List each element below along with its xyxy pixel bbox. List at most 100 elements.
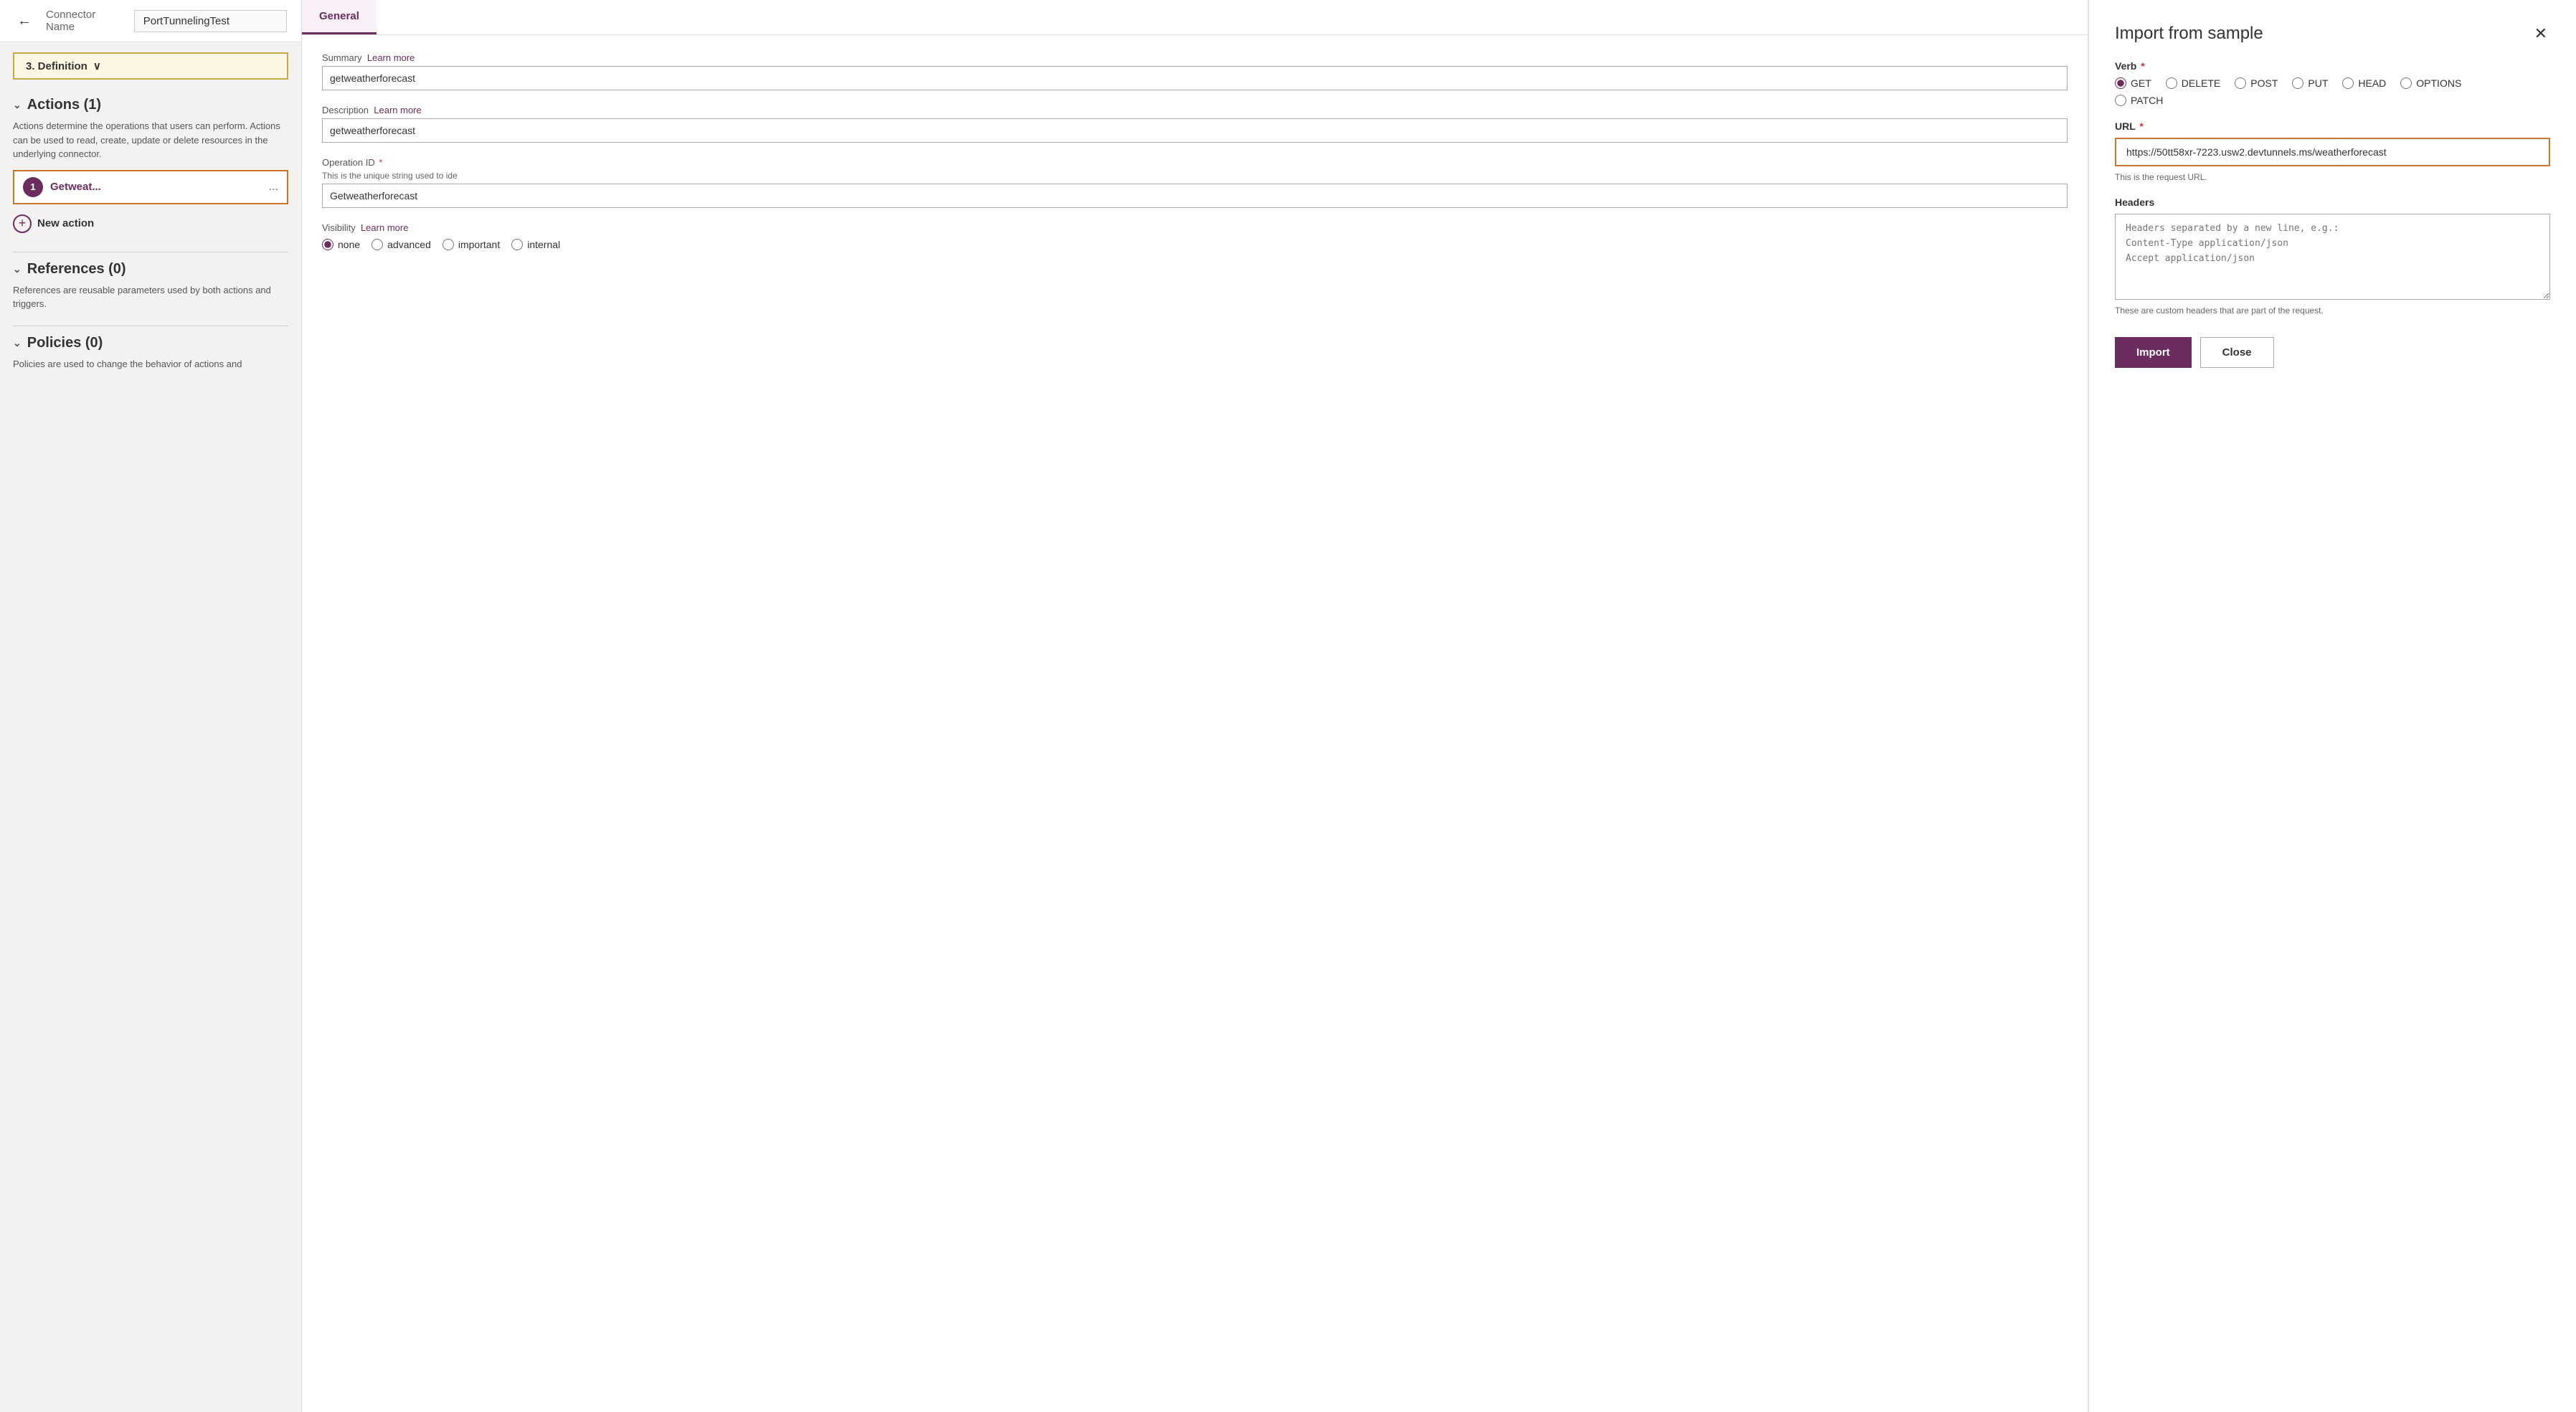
tab-general[interactable]: General xyxy=(302,0,377,34)
verb-field-row: Verb * GET DELETE POST PUT HEAD xyxy=(2115,60,2550,106)
close-panel-button[interactable]: ✕ xyxy=(2532,22,2550,46)
visibility-none-option[interactable]: none xyxy=(322,239,360,250)
action-item[interactable]: 1 Getweat... ... xyxy=(13,170,288,204)
summary-learn-more-link[interactable]: Learn more xyxy=(367,52,415,63)
verb-options-option[interactable]: OPTIONS xyxy=(2400,77,2461,89)
plus-icon: + xyxy=(13,214,32,233)
tab-general-label: General xyxy=(319,10,359,22)
verb-put-label: PUT xyxy=(2308,77,2328,89)
visibility-advanced-radio[interactable] xyxy=(371,239,383,250)
action-badge: 1 xyxy=(23,177,43,197)
url-input[interactable] xyxy=(2115,138,2550,166)
import-panel-title: Import from sample xyxy=(2115,24,2263,44)
description-learn-more-link[interactable]: Learn more xyxy=(374,105,421,115)
verb-get-label: GET xyxy=(2131,77,2151,89)
verb-post-label: POST xyxy=(2250,77,2278,89)
verb-put-option[interactable]: PUT xyxy=(2292,77,2328,89)
import-panel-header: Import from sample ✕ xyxy=(2115,22,2550,46)
verb-radios-row2: PATCH xyxy=(2115,95,2550,106)
policies-section: ⌄ Policies (0) Policies are used to chan… xyxy=(13,335,288,371)
summary-field-group: Summary Learn more xyxy=(322,52,2068,90)
verb-patch-radio[interactable] xyxy=(2115,95,2126,106)
visibility-label: Visibility Learn more xyxy=(322,222,2068,233)
verb-head-label: HEAD xyxy=(2358,77,2386,89)
verb-head-radio[interactable] xyxy=(2342,77,2354,89)
visibility-internal-radio[interactable] xyxy=(511,239,523,250)
chevron-down-icon: ∨ xyxy=(93,60,101,72)
operation-id-note: This is the unique string used to ide xyxy=(322,171,2068,181)
verb-delete-option[interactable]: DELETE xyxy=(2166,77,2220,89)
description-field-group: Description Learn more xyxy=(322,105,2068,143)
url-note: This is the request URL. xyxy=(2115,172,2550,182)
button-row: Import Close xyxy=(2115,337,2550,368)
visibility-important-label: important xyxy=(458,239,500,250)
verb-post-option[interactable]: POST xyxy=(2235,77,2278,89)
left-panel: ← Connector Name 3. Definition ∨ ⌄ Actio… xyxy=(0,0,301,1412)
summary-label: Summary Learn more xyxy=(322,52,2068,63)
verb-options-label: OPTIONS xyxy=(2416,77,2461,89)
visibility-important-option[interactable]: important xyxy=(442,239,500,250)
verb-required-star: * xyxy=(2141,60,2144,72)
visibility-field-group: Visibility Learn more none advanced impo… xyxy=(322,222,2068,250)
references-section-header: ⌄ References (0) xyxy=(13,261,288,278)
back-button[interactable]: ← xyxy=(14,10,34,32)
definition-tab[interactable]: 3. Definition ∨ xyxy=(13,52,288,80)
summary-input[interactable] xyxy=(322,66,2068,90)
headers-textarea[interactable] xyxy=(2115,214,2550,300)
operation-id-field-group: Operation ID * This is the unique string… xyxy=(322,157,2068,208)
visibility-radio-group: none advanced important internal xyxy=(322,239,2068,250)
visibility-advanced-option[interactable]: advanced xyxy=(371,239,431,250)
import-panel: Import from sample ✕ Verb * GET DELETE P… xyxy=(2088,0,2576,1412)
visibility-none-radio[interactable] xyxy=(322,239,333,250)
visibility-advanced-label: advanced xyxy=(387,239,431,250)
verb-post-radio[interactable] xyxy=(2235,77,2246,89)
verb-radios: GET DELETE POST PUT HEAD OPTIONS xyxy=(2115,77,2550,89)
middle-content: Summary Learn more Description Learn mor… xyxy=(302,35,2088,267)
policies-chevron-icon: ⌄ xyxy=(13,337,22,349)
new-action-label: New action xyxy=(37,217,94,229)
url-required-star: * xyxy=(2139,120,2143,132)
description-label: Description Learn more xyxy=(322,105,2068,115)
headers-label: Headers xyxy=(2115,196,2550,208)
verb-label: Verb * xyxy=(2115,60,2550,72)
description-input[interactable] xyxy=(322,118,2068,143)
visibility-internal-option[interactable]: internal xyxy=(511,239,560,250)
action-ellipsis[interactable]: ... xyxy=(269,181,278,194)
definition-tab-label: 3. Definition xyxy=(26,60,87,72)
import-button[interactable]: Import xyxy=(2115,337,2192,368)
references-title: References (0) xyxy=(27,261,126,278)
references-chevron-icon: ⌄ xyxy=(13,263,22,275)
verb-head-option[interactable]: HEAD xyxy=(2342,77,2386,89)
operation-id-label: Operation ID * xyxy=(322,157,2068,168)
visibility-internal-label: internal xyxy=(527,239,560,250)
verb-put-radio[interactable] xyxy=(2292,77,2303,89)
url-field-row: URL * This is the request URL. xyxy=(2115,120,2550,182)
policies-description: Policies are used to change the behavior… xyxy=(13,357,288,371)
connector-name-input[interactable] xyxy=(134,10,287,32)
verb-options-radio[interactable] xyxy=(2400,77,2412,89)
actions-title: Actions (1) xyxy=(27,97,101,113)
headers-note: These are custom headers that are part o… xyxy=(2115,305,2550,316)
tabs-bar: General xyxy=(302,0,2088,35)
actions-description: Actions determine the operations that us… xyxy=(13,119,288,161)
policies-title: Policies (0) xyxy=(27,335,103,351)
verb-delete-label: DELETE xyxy=(2182,77,2220,89)
actions-section-header: ⌄ Actions (1) xyxy=(13,97,288,113)
visibility-learn-more-link[interactable]: Learn more xyxy=(361,222,408,233)
verb-get-radio[interactable] xyxy=(2115,77,2126,89)
references-section: ⌄ References (0) References are reusable… xyxy=(13,261,288,311)
url-label: URL * xyxy=(2115,120,2550,132)
connector-name-label: Connector Name xyxy=(46,9,123,33)
verb-delete-radio[interactable] xyxy=(2166,77,2177,89)
verb-get-option[interactable]: GET xyxy=(2115,77,2151,89)
policies-section-header: ⌄ Policies (0) xyxy=(13,335,288,351)
left-content: ⌄ Actions (1) Actions determine the oper… xyxy=(0,90,301,392)
actions-chevron-icon: ⌄ xyxy=(13,99,22,111)
verb-patch-option[interactable]: PATCH xyxy=(2115,95,2163,106)
new-action-button[interactable]: + New action xyxy=(13,210,94,237)
operation-id-input[interactable] xyxy=(322,184,2068,208)
verb-patch-label: PATCH xyxy=(2131,95,2163,106)
action-label: Getweat... xyxy=(50,181,262,193)
close-button[interactable]: Close xyxy=(2200,337,2274,368)
visibility-important-radio[interactable] xyxy=(442,239,454,250)
